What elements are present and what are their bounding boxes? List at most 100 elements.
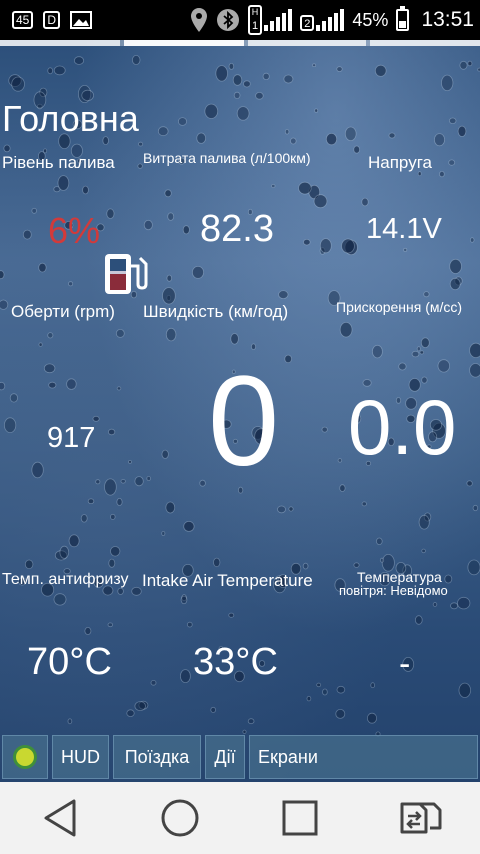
voltage-label: Напруга [368,153,432,172]
raindrop [177,117,187,126]
recents-icon[interactable] [270,788,330,848]
raindrop [339,484,346,492]
clock: 13:51 [421,8,474,31]
raindrop [107,622,113,628]
raindrop [336,685,346,694]
back-icon[interactable] [30,788,90,848]
raindrop [11,76,25,92]
notification-d-text: D [47,13,57,27]
raindrop [183,520,195,532]
raindrop [164,189,172,198]
tab-screens[interactable]: Екрани [249,735,478,779]
air-temp-value[interactable]: - [399,645,410,684]
battery-percent: 45% [352,9,389,30]
raindrop [228,612,235,618]
raindrop [458,682,472,698]
raindrop [341,238,355,254]
raindrop [271,183,276,188]
raindrop [128,460,132,464]
connection-status-icon [16,748,34,766]
raindrop [137,163,143,169]
raindrop [403,247,408,252]
raindrop [166,274,172,282]
raindrop [236,106,250,121]
acceleration-label: Прискорення (м/сс) [336,299,463,315]
notification-45-icon: 45 [12,11,34,29]
tab-hud[interactable]: HUD [52,735,109,779]
raindrop [47,332,54,339]
raindrop [150,679,157,686]
raindrop [204,103,219,119]
raindrop [416,346,421,352]
raindrop [419,350,424,355]
fuel-level-label: Рівень палива [2,153,115,172]
raindrop [131,54,141,65]
coolant-temp-value[interactable]: 70°C [27,641,112,684]
switch-sim-icon[interactable] [390,788,450,848]
raindrop [469,363,480,378]
acceleration-value[interactable]: 0.0 [348,388,456,466]
raindrop [284,129,290,135]
signal-sim2-icon: 2 [300,9,345,31]
raindrop [398,362,407,371]
raindrop [313,194,328,209]
raindrop [143,219,153,231]
status-indicator-button[interactable] [2,735,48,779]
fuel-consumption-value[interactable]: 82.3 [200,208,274,251]
rpm-label: Оберти (rpm) [11,302,115,321]
raindrop [138,141,144,147]
raindrop [199,479,206,487]
raindrop [470,237,475,243]
raindrop [53,186,61,193]
raindrop [344,126,357,142]
raindrop [457,125,467,137]
sim2-label: 2 [300,15,315,31]
raindrop [421,548,426,554]
location-icon [190,7,208,33]
raindrop [457,596,471,610]
raindrop [47,67,53,75]
raindrop [414,615,423,625]
raindrop [210,706,217,713]
tab-actions[interactable]: Дії [205,735,245,779]
raindrop [335,709,346,719]
raindrop [116,386,122,391]
home-icon[interactable] [150,788,210,848]
raindrop [441,74,454,92]
tab-trip[interactable]: Поїздка [113,735,201,779]
raindrop [22,229,32,240]
fuel-level-value[interactable]: 6% [48,210,100,252]
raindrop [161,449,169,459]
raindrop [250,343,256,350]
raindrop [115,328,125,338]
raindrop [31,461,44,479]
raindrop [53,65,66,76]
raindrop [322,688,328,696]
raindrop [449,277,461,291]
intake-air-temp-value[interactable]: 33°C [193,641,278,684]
raindrop [379,557,385,563]
raindrop [366,712,377,724]
raindrop [146,475,151,481]
rpm-value[interactable]: 917 [47,422,95,455]
raindrop [466,480,473,487]
raindrop [454,276,463,286]
raindrop [298,181,312,195]
raindrop [104,478,117,496]
raindrop [120,479,126,484]
speed-value[interactable]: 0 [208,358,279,486]
dashboard-screen[interactable]: Головна Рівень палива Витрата палива (л/… [0,40,480,782]
raindrop [53,593,67,606]
raindrop [110,546,121,557]
raindrop [472,504,479,512]
raindrop [68,281,74,287]
raindrop [243,80,251,88]
raindrop [233,91,241,100]
raindrop [361,501,367,507]
voltage-value[interactable]: 14.1V [366,213,442,246]
raindrop [126,709,135,717]
raindrop [110,513,116,520]
raindrop [255,91,264,100]
raindrop [182,225,190,235]
raindrop [374,64,387,77]
